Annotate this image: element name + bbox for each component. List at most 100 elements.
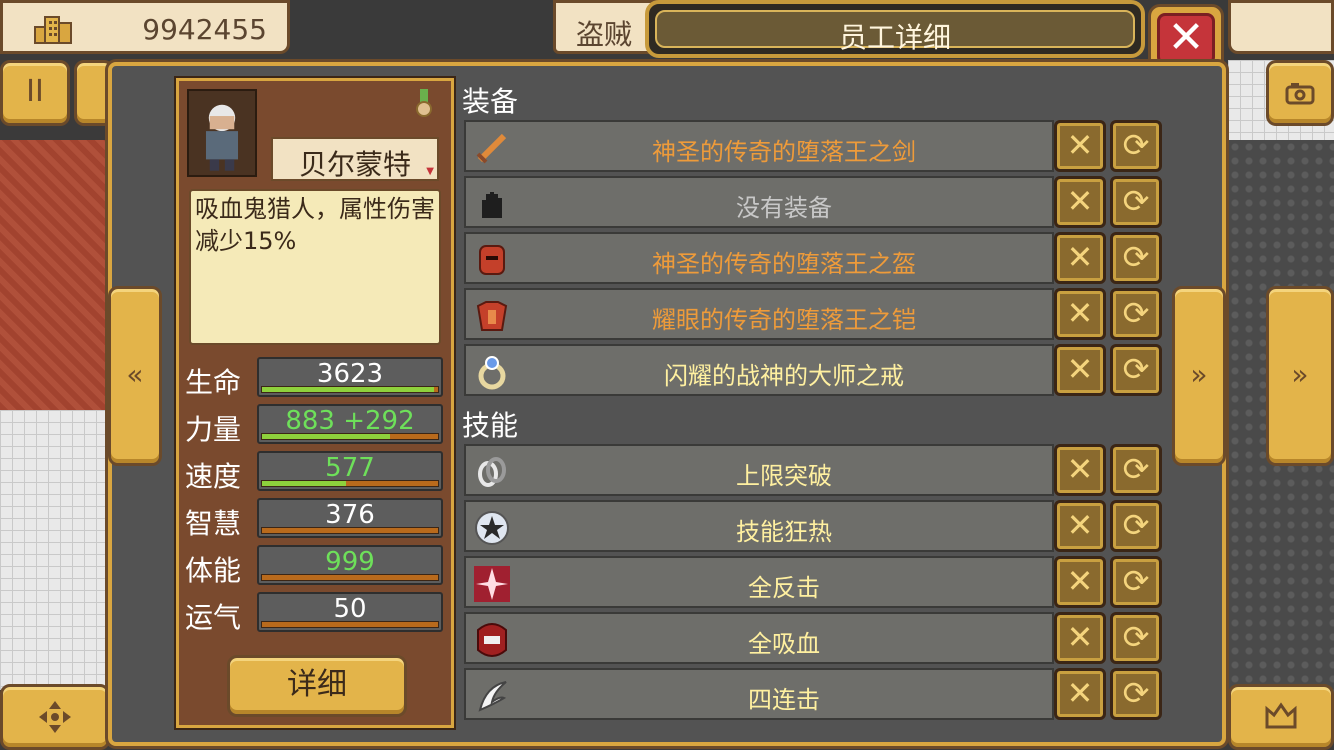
skill-slot-name: 技能狂热 [736,518,832,546]
equipment-slot[interactable]: 闪耀的战神的大师之戒 ✕ ⟳ [464,344,1166,398]
camera-button[interactable] [1266,60,1334,126]
character-portrait [187,89,257,177]
dialog-title-bar: 员工详细 [645,0,1145,58]
remove-button[interactable]: ✕ [1054,668,1106,720]
remove-button[interactable]: ✕ [1054,556,1106,608]
stat-label: 运气 [185,601,242,634]
stat-box: 999 [257,545,443,585]
glove-icon [472,184,512,224]
close-icon: ✕ [1157,13,1215,65]
swap-button[interactable]: ⟳ [1110,668,1162,720]
prev-employee-button[interactable]: « [108,286,162,466]
stat-value: 3623 [316,359,384,389]
skill-slot-body[interactable]: 全反击 [464,556,1054,608]
skill-slot[interactable]: 全吸血 ✕ ⟳ [464,612,1166,666]
remove-button[interactable]: ✕ [1054,500,1106,552]
remove-button[interactable]: ✕ [1054,232,1106,284]
skills-title: 技能 [462,409,519,442]
stat-row: 智慧 376 [185,498,445,540]
stat-bar [261,527,439,534]
stat-value: 999 [325,547,375,577]
skill-slot-body[interactable]: 上限突破 [464,444,1054,496]
skill-slot-body[interactable]: 技能狂热 [464,500,1054,552]
skill-slot-name: 上限突破 [736,462,832,490]
remove-button[interactable]: ✕ [1054,344,1106,396]
stat-row: 力量 883 +292 [185,404,445,446]
stat-label: 速度 [185,460,242,493]
tab-thief-label: 盗贼 [576,18,633,51]
stat-bar [261,386,439,393]
skill-slot[interactable]: 全反击 ✕ ⟳ [464,556,1166,610]
crown-button[interactable] [1228,684,1334,750]
remove-button[interactable]: ✕ [1054,176,1106,228]
building-icon [34,16,72,44]
character-name-box[interactable]: 贝尔蒙特 ▼ [271,137,439,181]
remove-button[interactable]: ✕ [1054,444,1106,496]
swap-button[interactable]: ⟳ [1110,120,1162,172]
stat-value: 577 [325,453,375,483]
helmet-icon [472,240,512,280]
swap-button[interactable]: ⟳ [1110,444,1162,496]
skill-slot[interactable]: 上限突破 ✕ ⟳ [464,444,1166,498]
equipment-slot-body[interactable]: 耀眼的传奇的堕落王之铠 [464,288,1054,340]
crown-icon [1265,702,1297,729]
stat-row: 生命 3623 [185,357,445,399]
equipment-slot-name: 耀眼的传奇的堕落王之铠 [652,306,916,334]
skill-slot-body[interactable]: 全吸血 [464,612,1054,664]
equipment-slot-name: 神圣的传奇的堕落王之盔 [652,250,916,278]
equipment-slot-name: 没有装备 [736,194,832,222]
equipment-slot-body[interactable]: 闪耀的战神的大师之戒 [464,344,1054,396]
next-employee-button[interactable]: » [1172,286,1226,466]
dpad-icon [39,701,71,733]
stat-label: 体能 [185,554,242,587]
swap-button[interactable]: ⟳ [1110,556,1162,608]
burst-icon [472,564,512,604]
equipment-slot[interactable]: 神圣的传奇的堕落王之盔 ✕ ⟳ [464,232,1166,286]
stat-box: 50 [257,592,443,632]
star-orb-icon [472,508,512,548]
stat-bar [261,574,439,581]
swap-button[interactable]: ⟳ [1110,288,1162,340]
remove-button[interactable]: ✕ [1054,612,1106,664]
claw-icon [472,676,512,716]
stat-label: 生命 [185,366,242,399]
stat-value: 376 [325,500,375,530]
equipment-slot-name: 闪耀的战神的大师之戒 [664,362,904,390]
swap-button[interactable]: ⟳ [1110,232,1162,284]
equipment-slot-body[interactable]: 神圣的传奇的堕落王之盔 [464,232,1054,284]
side-next-button[interactable]: » [1266,286,1334,466]
detail-button[interactable]: 详细 [227,655,407,717]
camera-icon [1285,83,1315,105]
money-bar: 9942455 [0,0,290,54]
swap-button[interactable]: ⟳ [1110,612,1162,664]
pause-button[interactable]: II [0,60,70,126]
equipment-slot[interactable]: 没有装备 ✕ ⟳ [464,176,1166,230]
equipment-slot-body[interactable]: 没有装备 [464,176,1054,228]
equipment-slot[interactable]: 耀眼的传奇的堕落王之铠 ✕ ⟳ [464,288,1166,342]
swap-button[interactable]: ⟳ [1110,176,1162,228]
dpad-button[interactable] [0,684,110,750]
equipment-slot[interactable]: 神圣的传奇的堕落王之剑 ✕ ⟳ [464,120,1166,174]
fang-icon [472,620,512,660]
sword-icon [472,128,512,168]
stat-row: 运气 50 [185,592,445,634]
stat-value: 883 +292 [285,406,415,436]
stat-box: 3623 [257,357,443,397]
stat-row: 速度 577 [185,451,445,493]
remove-button[interactable]: ✕ [1054,120,1106,172]
armor-icon [472,296,512,336]
background-carpet [0,140,110,410]
equipment-slot-body[interactable]: 神圣的传奇的堕落王之剑 [464,120,1054,172]
stat-bar-fill [262,434,391,439]
remove-button[interactable]: ✕ [1054,288,1106,340]
character-description: 吸血鬼猎人，属性伤害减少15% [189,189,441,345]
skill-slot[interactable]: 四连击 ✕ ⟳ [464,668,1166,722]
stat-bar-fill [262,481,347,486]
skill-slot[interactable]: 技能狂热 ✕ ⟳ [464,500,1166,554]
stat-value: 50 [333,594,367,624]
swap-button[interactable]: ⟳ [1110,344,1162,396]
skill-slot-body[interactable]: 四连击 [464,668,1054,720]
right-top-tab [1228,0,1334,54]
swap-button[interactable]: ⟳ [1110,500,1162,552]
stat-bar [261,621,439,628]
